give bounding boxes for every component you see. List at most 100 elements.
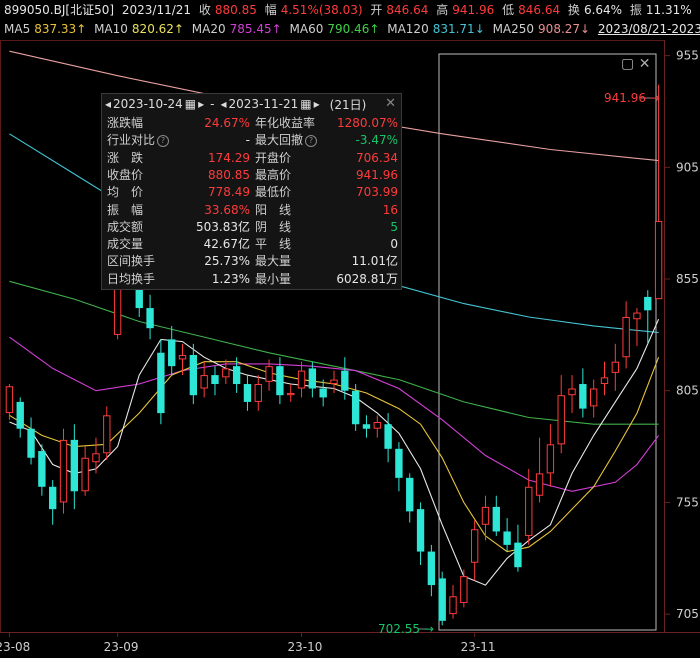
- next-end-icon[interactable]: ▸: [314, 97, 320, 111]
- y-tick-label: 855: [676, 272, 699, 286]
- stat-label-k2: 最大回撤?: [255, 132, 318, 149]
- y-tick-label: 755: [676, 495, 699, 509]
- candle-down: [146, 308, 154, 329]
- candle-down: [341, 370, 349, 391]
- interval-stats-panel: ◂ 2023-10-24 ▦ ▸ - ◂ 2023-11-21 ▦ ▸ (21日…: [101, 93, 402, 290]
- stat-value-v2: 703.99: [356, 185, 398, 200]
- start-date[interactable]: 2023-10-24: [113, 97, 183, 111]
- turnover-value: 6.64%: [583, 3, 623, 17]
- candle-down: [276, 366, 284, 396]
- ma-legend-row: MA5 837.33↑ MA10 820.62↑ MA20 785.45↑ MA60 7…: [4, 20, 700, 38]
- candle-up: [600, 377, 609, 385]
- candle-down: [49, 486, 57, 510]
- candle-up: [222, 368, 230, 378]
- y-tick-label: 705: [676, 607, 699, 621]
- day-count: (21日): [329, 97, 367, 112]
- candle-down: [406, 477, 414, 512]
- high-label: 高: [436, 3, 449, 17]
- close-icon[interactable]: ✕: [385, 96, 396, 111]
- candle-down: [362, 424, 371, 429]
- stats-row: 成交额 503.83亿阴 线 5: [102, 219, 401, 236]
- candle-down: [395, 448, 403, 478]
- x-tick-label: 23-11: [461, 640, 496, 654]
- help-icon[interactable]: ?: [157, 135, 170, 148]
- open-value: 846.64: [386, 3, 429, 17]
- candle-up: [103, 415, 111, 454]
- candle-down: [308, 368, 317, 389]
- stats-row: 振 幅 33.68% 阳 线 16: [102, 202, 401, 219]
- stat-label-k2: 阳 线: [255, 202, 292, 217]
- candle-up: [535, 473, 544, 496]
- candle-down: [514, 542, 522, 568]
- stat-label-k2: 年化收益率: [255, 116, 316, 130]
- ma5-label: MA5: [4, 22, 31, 36]
- chart-window: 955 905 855 805 755 705 23-08 23-09 23-10 23-11 8…: [0, 0, 700, 658]
- high-price-marker: 941.96 →: [604, 91, 660, 105]
- close-value: 880.85: [214, 3, 257, 17]
- candle-down: [157, 352, 165, 414]
- stats-row: 涨 跌 174.29 开盘价 706.34: [102, 150, 401, 167]
- next-start-icon[interactable]: ▸: [198, 97, 204, 111]
- ma5-value: 837.33↑: [34, 22, 87, 36]
- date-range[interactable]: 2023/08/21-2023/11/21(61日): [598, 22, 700, 36]
- stat-value-v2: 6028.81万: [336, 271, 398, 286]
- panel-date-bar: ◂ 2023-10-24 ▦ ▸ - ◂ 2023-11-21 ▦ ▸ (21日…: [102, 94, 401, 114]
- candle-up: [546, 444, 555, 474]
- stats-row: 行业对比? - 最大回撤? -3.47%: [102, 132, 401, 149]
- index-code: 899050.BJ[北证50]: [4, 3, 115, 17]
- ma120-value: 831.71↓: [432, 22, 485, 36]
- stat-label-k1: 涨跌幅: [107, 116, 144, 130]
- open-label: 开: [370, 3, 383, 17]
- candle-up: [81, 457, 89, 492]
- stat-label-k1: 成交量: [107, 237, 144, 252]
- ma20-value: 785.45↑: [229, 22, 282, 36]
- stats-row: 均 价 778.49 最低价 703.99: [102, 184, 401, 201]
- stat-value-v2: 5: [390, 219, 398, 234]
- candle-down: [189, 354, 198, 396]
- candle-up: [568, 388, 576, 396]
- high-price-value: 941.96: [604, 91, 646, 105]
- stat-value-v1: 24.67%: [204, 116, 250, 130]
- candle-up: [622, 317, 630, 358]
- candle-up: [330, 379, 338, 385]
- candle-up: [200, 375, 208, 389]
- candle-down: [644, 296, 652, 311]
- stat-label-k2: 开盘价: [255, 150, 292, 165]
- stat-value-v1: 33.68%: [204, 202, 250, 217]
- stat-value-v1: 1.23%: [211, 271, 250, 286]
- stats-row: 成交量 42.67亿平 线 0: [102, 236, 401, 253]
- end-date[interactable]: 2023-11-21: [229, 97, 299, 111]
- close-icon[interactable]: ✕: [639, 56, 651, 72]
- stat-value-v2: 706.34: [356, 150, 398, 165]
- ma250-label: MA250: [492, 22, 535, 36]
- stat-value-v1: -: [245, 133, 250, 148]
- candle-up: [589, 388, 598, 407]
- stat-value-v2: -3.47%: [355, 133, 398, 148]
- stat-label-k1: 振 幅: [107, 202, 144, 217]
- prev-start-icon[interactable]: ◂: [105, 97, 111, 111]
- ma60-value: 790.46↑: [327, 22, 380, 36]
- stat-value-v1: 880.85: [208, 167, 250, 182]
- x-tick-label: 23-10: [288, 640, 323, 654]
- stat-label-k2: 最小量: [255, 271, 292, 286]
- stat-label-k1: 涨 跌: [107, 150, 144, 165]
- calendar-icon[interactable]: ▦: [300, 97, 311, 111]
- help-icon[interactable]: ?: [305, 135, 318, 148]
- stat-label-k2: 最大量: [255, 254, 292, 269]
- ma10-label: MA10: [94, 22, 128, 36]
- candle-up: [557, 395, 565, 445]
- candle-down: [168, 339, 176, 367]
- candle-up: [654, 220, 663, 300]
- stats-row: 收盘价 880.85 最高价 941.96: [102, 167, 401, 184]
- stats-row: 区间换手 25.73% 最大量 11.01亿: [102, 253, 401, 270]
- y-tick-label: 955: [676, 49, 699, 63]
- prev-end-icon[interactable]: ◂: [221, 97, 227, 111]
- candle-down: [243, 384, 252, 402]
- candle-down: [579, 384, 587, 409]
- calendar-icon[interactable]: ▦: [185, 97, 196, 111]
- maximize-icon[interactable]: ▢: [621, 56, 634, 72]
- stat-value-v1: 25.73%: [204, 254, 250, 269]
- candle-down: [492, 506, 500, 532]
- amplitude-value: 11.31%: [645, 3, 692, 17]
- candle-up: [611, 361, 619, 373]
